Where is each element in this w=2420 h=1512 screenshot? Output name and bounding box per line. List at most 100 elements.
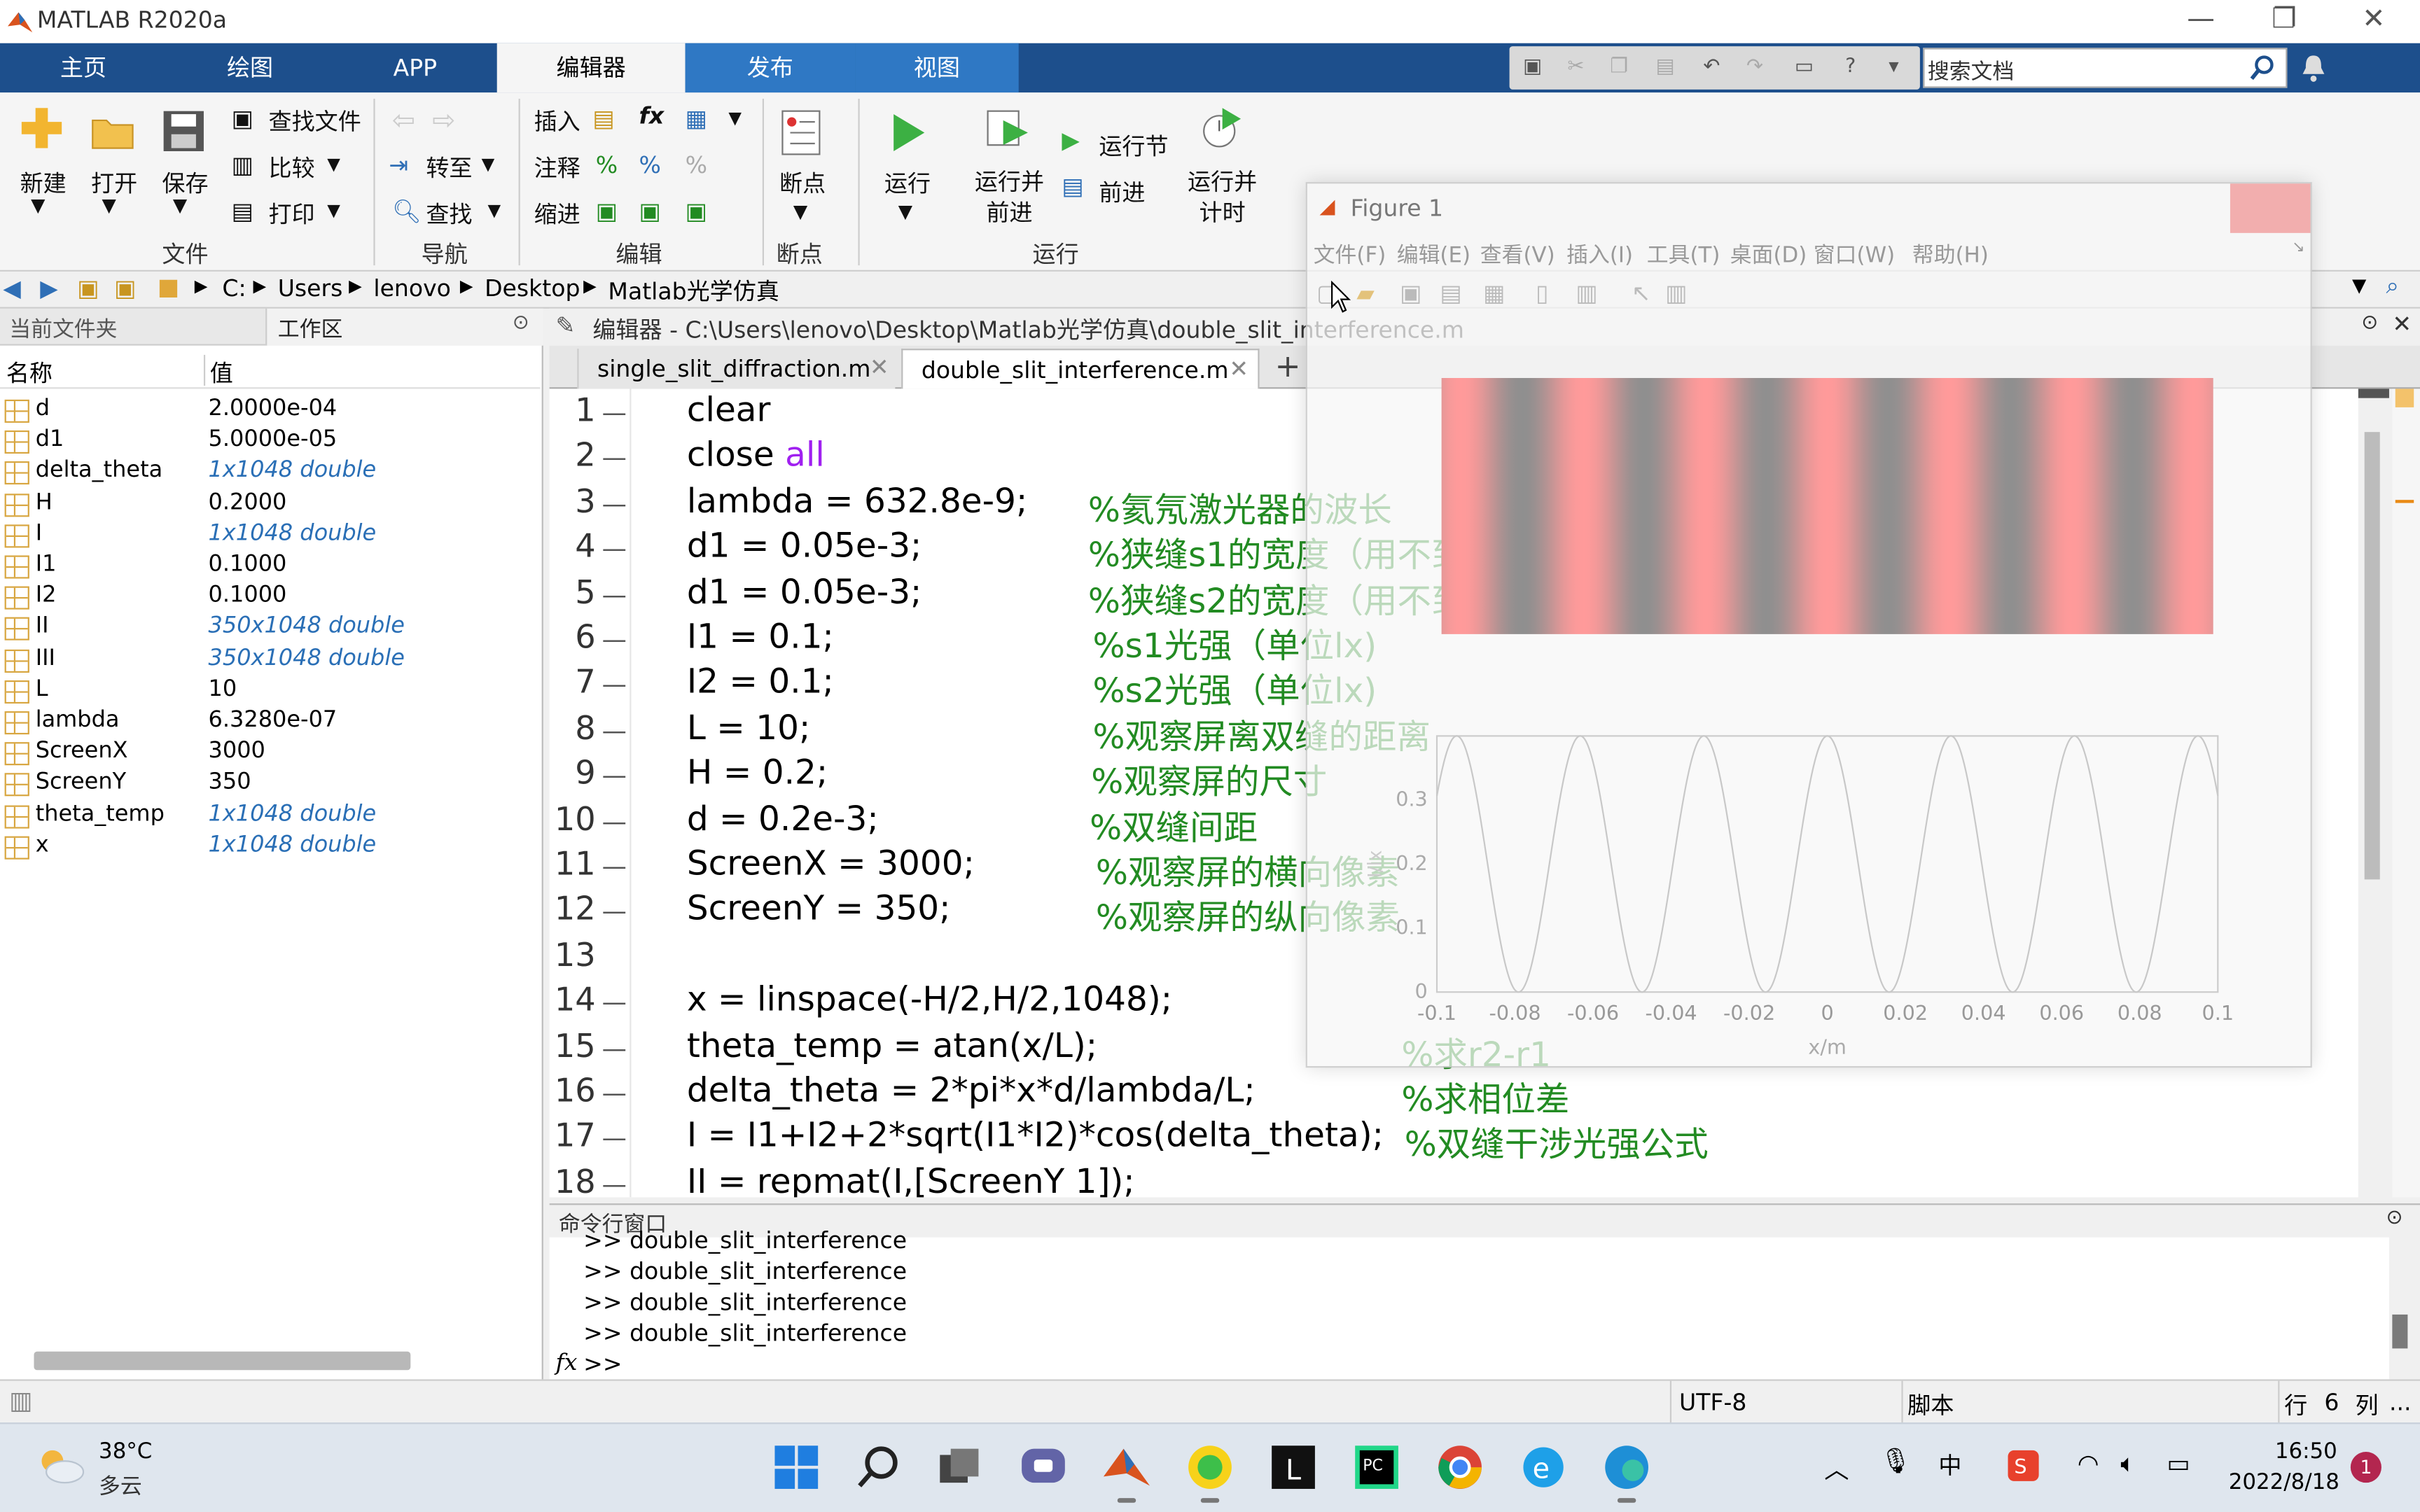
clock-date[interactable]: 2022/8/18 bbox=[2229, 1471, 2339, 1495]
legend-icon[interactable]: ▥ bbox=[1576, 279, 1597, 307]
tab-workspace[interactable]: 工作区 bbox=[278, 313, 343, 344]
code-line[interactable]: I = I1+I2+2*sqrt(I1*I2)*cos(delta_theta)… bbox=[687, 1118, 1384, 1156]
breadcrumb-folder[interactable]: Matlab光学仿真 bbox=[608, 274, 779, 307]
help-icon[interactable]: ? bbox=[1837, 55, 1865, 80]
code-line[interactable]: I1 = 0.1; bbox=[687, 619, 834, 657]
column-name[interactable]: 名称 bbox=[6, 356, 53, 388]
weather-text[interactable]: 多云 bbox=[99, 1471, 142, 1502]
code-line[interactable]: close all bbox=[687, 438, 825, 476]
save-icon[interactable]: ▣ bbox=[1400, 279, 1421, 307]
tab-plots[interactable]: 绘图 bbox=[167, 43, 333, 93]
find-chevron-icon[interactable]: ▼ bbox=[487, 201, 501, 221]
interference-fringe-image[interactable] bbox=[1441, 378, 2213, 634]
workspace-row[interactable]: I2 0.1000 bbox=[0, 582, 540, 612]
wrap-icon[interactable]: % bbox=[639, 151, 660, 179]
bell-icon[interactable] bbox=[2300, 52, 2328, 83]
editor-scrollbar[interactable] bbox=[2358, 388, 2389, 1198]
figure-close-button[interactable] bbox=[2230, 183, 2311, 233]
workspace-row[interactable]: d1 5.0000e-05 bbox=[0, 426, 540, 457]
breakpoints-chevron-icon[interactable]: ▼ bbox=[793, 201, 807, 223]
breakpoint-marker[interactable]: — bbox=[602, 1169, 627, 1197]
wps-icon[interactable]: S bbox=[2006, 1449, 2040, 1483]
breakpoint-marker[interactable]: — bbox=[602, 1033, 627, 1063]
search-icon[interactable] bbox=[852, 1439, 908, 1494]
workspace-row[interactable]: x 1x1048 double bbox=[0, 832, 540, 862]
breakpoint-marker[interactable]: — bbox=[602, 625, 627, 654]
breakpoint-marker[interactable]: — bbox=[602, 988, 627, 1017]
code-line[interactable]: L = 10; bbox=[687, 709, 811, 748]
open-icon[interactable]: ▰ bbox=[1356, 279, 1374, 307]
workspace-row[interactable]: theta_temp 1x1048 double bbox=[0, 800, 540, 831]
code-line[interactable]: d1 = 0.05e-3; bbox=[687, 528, 922, 566]
breakpoint-marker[interactable]: — bbox=[602, 443, 627, 472]
comment-label[interactable]: 注释 bbox=[534, 151, 580, 183]
breakpoint-marker[interactable]: — bbox=[602, 489, 627, 518]
figure-axes-area[interactable]: -0.1 -0.08 -0.06 -0.04 -0.02 0 0.02 0.04 0.06 0.0… bbox=[1307, 316, 2311, 1066]
tab-double-slit[interactable]: double_slit_interference.m ✕ bbox=[901, 349, 1260, 389]
uncomment-icon[interactable]: % bbox=[686, 151, 707, 179]
fx-icon[interactable]: fx bbox=[555, 1348, 577, 1376]
code-line[interactable]: lambda = 632.8e-9; bbox=[687, 482, 1028, 521]
percent-icon[interactable]: % bbox=[596, 151, 618, 179]
up-folder-icon[interactable]: ▣ bbox=[77, 274, 99, 302]
run-button[interactable]: 运行 bbox=[877, 167, 938, 199]
search-folder-icon[interactable]: ⌕ bbox=[2386, 272, 2400, 300]
analyzer-warning-icon[interactable] bbox=[2395, 388, 2414, 407]
indent-icon[interactable]: ▣ bbox=[639, 197, 660, 225]
clock-time[interactable]: 16:50 bbox=[2275, 1439, 2337, 1464]
notification-badge[interactable]: 1 bbox=[2350, 1452, 2381, 1483]
save-chevron-icon[interactable]: ▼ bbox=[173, 195, 187, 216]
workspace-row[interactable]: I 1x1048 double bbox=[0, 519, 540, 550]
pointer-icon[interactable]: ↖ bbox=[1632, 279, 1651, 307]
lenovo-app-icon[interactable]: L bbox=[1265, 1439, 1321, 1494]
code-line[interactable]: ScreenX = 3000; bbox=[687, 846, 975, 884]
back-icon[interactable]: ◀ bbox=[3, 274, 20, 302]
run-advance-button[interactable]: 运行并 前进 bbox=[966, 167, 1052, 228]
command-menu-icon[interactable]: ⊙ bbox=[2386, 1207, 2403, 1230]
code-line[interactable]: clear bbox=[687, 392, 771, 430]
address-chevron-icon[interactable]: ▼ bbox=[2352, 274, 2366, 296]
breadcrumb-desktop[interactable]: Desktop bbox=[485, 274, 580, 302]
code-line[interactable]: ScreenY = 350; bbox=[687, 891, 951, 930]
breakpoint-marker[interactable]: — bbox=[602, 534, 627, 564]
editor-menu-icon[interactable]: ⊙ bbox=[2361, 312, 2378, 335]
add-tab-button[interactable]: + bbox=[1275, 347, 1301, 384]
command-scrollbar-thumb[interactable] bbox=[2392, 1314, 2408, 1349]
panel-menu-icon[interactable]: ⊙ bbox=[513, 312, 529, 335]
new-chevron-icon[interactable]: ▼ bbox=[31, 195, 45, 216]
insert-chart-icon[interactable]: ▦ bbox=[686, 105, 707, 133]
minimize-button[interactable]: — bbox=[2170, 3, 2232, 40]
wifi-icon[interactable]: ◠ bbox=[2078, 1449, 2099, 1478]
code-line[interactable]: d1 = 0.05e-3; bbox=[687, 573, 922, 612]
breakpoints-button[interactable]: 断点 bbox=[772, 167, 833, 199]
status-grip-icon[interactable]: ▥ bbox=[9, 1385, 32, 1415]
command-window[interactable]: >> double_slit_interference >> double_sl… bbox=[549, 1226, 2408, 1380]
figure-menu-tools[interactable]: 工具(T) bbox=[1647, 239, 1720, 270]
outdent-icon[interactable]: ▣ bbox=[686, 197, 707, 225]
task-view-icon[interactable] bbox=[932, 1439, 987, 1494]
workspace-row[interactable]: d 2.0000e-04 bbox=[0, 395, 540, 426]
volume-icon[interactable]: 🔈︎ bbox=[2120, 1449, 2135, 1480]
tab-apps[interactable]: APP bbox=[333, 43, 497, 93]
chrome-icon[interactable] bbox=[1432, 1439, 1487, 1494]
figure-menu-file[interactable]: 文件(F) bbox=[1314, 239, 1386, 270]
workspace-row[interactable]: lambda 6.3280e-07 bbox=[0, 706, 540, 737]
ime-indicator[interactable]: 中 bbox=[1938, 1449, 1961, 1481]
redo-icon[interactable]: ↷ bbox=[1741, 55, 1769, 80]
chevron-down-icon[interactable]: ▾ bbox=[1880, 55, 1908, 80]
figure-menu-help[interactable]: 帮助(H) bbox=[1912, 239, 1989, 270]
breakpoint-marker[interactable]: — bbox=[602, 1124, 627, 1153]
close-button[interactable]: ✕ bbox=[2343, 3, 2405, 40]
restore-button[interactable]: ❐ bbox=[2253, 3, 2315, 40]
smart-indent-icon[interactable]: ▣ bbox=[596, 197, 618, 225]
property-editor-icon[interactable]: ▥ bbox=[1665, 279, 1687, 307]
workspace-row[interactable]: II 350x1048 double bbox=[0, 613, 540, 644]
windows-start-icon[interactable] bbox=[769, 1439, 824, 1494]
close-tab-icon[interactable]: ✕ bbox=[870, 354, 889, 382]
compare-button[interactable]: 比较 bbox=[269, 151, 315, 183]
forward-icon[interactable]: ▶ bbox=[40, 274, 57, 302]
editor-close-icon[interactable]: ✕ bbox=[2392, 310, 2412, 338]
tab-current-folder[interactable]: 当前文件夹 bbox=[9, 313, 117, 344]
goto-chevron-icon[interactable]: ▼ bbox=[482, 154, 495, 174]
microphone-icon[interactable]: 🎙︎ bbox=[1880, 1446, 1912, 1475]
